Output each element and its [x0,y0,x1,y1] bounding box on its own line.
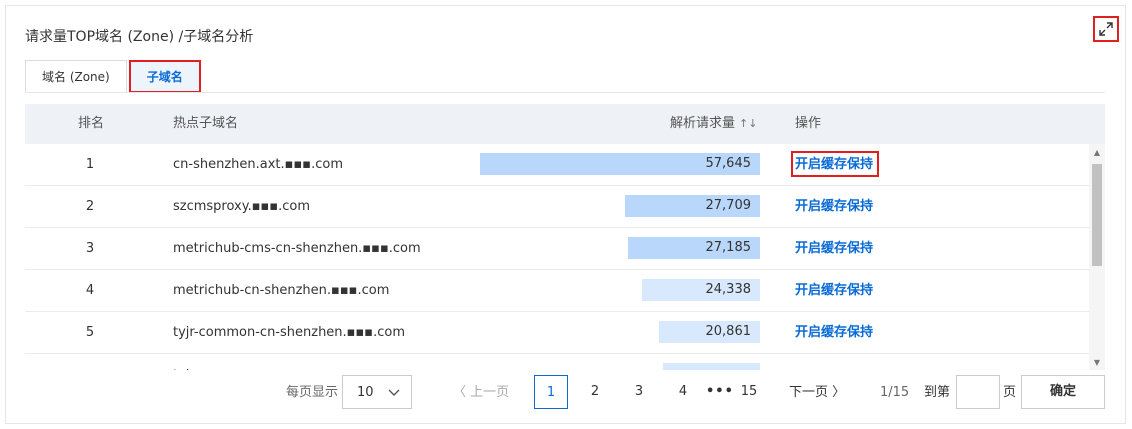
scrollbar-thumb[interactable] [1092,164,1102,266]
table-row: 1 cn-shenzhen.axt.▪▪▪.com 57,645 开启缓存保持 [25,144,1089,186]
request-bar-cell: 20,861 [480,321,760,343]
rank-cell: 1 [85,157,95,172]
prev-page-button[interactable]: 〈 上一页 [453,375,509,411]
request-bar-cell: 57,645 [480,153,760,175]
table-row: tyjr-common-cn- [25,354,1089,370]
prev-page-label: 上一页 [470,385,510,400]
scroll-down-icon[interactable]: ▼ [1089,356,1105,370]
table-row: 4 metrichub-cn-shenzhen.▪▪▪.com 24,338 开… [25,270,1089,312]
table-row: 5 tyjr-common-cn-shenzhen.▪▪▪.com 20,861… [25,312,1089,354]
table-header: 排名 热点子域名 解析请求量 ↑↓ 操作 [25,104,1105,144]
next-page-button[interactable]: 下一页 〉 [789,375,845,411]
page-3-button[interactable]: 3 [622,375,656,409]
next-page-label: 下一页 [789,385,829,400]
domain-cell: tyjr-common-cn- [173,354,280,370]
domain-cell: szcmsproxy.▪▪▪.com [173,199,311,214]
header-requests-label: 解析请求量 [670,116,736,131]
sort-icon[interactable]: ↑↓ [739,117,757,130]
page-size-select[interactable]: 10 [342,375,412,409]
rank-cell: 2 [85,199,95,214]
request-value: 27,185 [705,240,752,255]
page-4-button[interactable]: 4 [666,375,700,409]
page-1-button[interactable]: 1 [534,375,568,409]
tab-zone-label: 域名 (Zone) [42,70,110,84]
expand-button[interactable] [1093,16,1119,42]
domain-cell: cn-shenzhen.axt.▪▪▪.com [173,157,343,172]
tab-subdomain[interactable]: 子域名 [128,60,201,93]
request-bar-cell: 27,709 [480,195,760,217]
enable-cache-button[interactable]: 开启缓存保持 [795,144,873,185]
request-bar-cell: 27,185 [480,237,760,259]
request-bar-cell: 24,338 [480,279,760,301]
enable-cache-button[interactable]: 开启缓存保持 [795,270,873,311]
header-requests[interactable]: 解析请求量 ↑↓ [670,104,757,144]
request-value: 24,338 [705,282,752,297]
domain-cell: metrichub-cms-cn-shenzhen.▪▪▪.com [173,241,421,256]
page-ellipsis[interactable]: ••• [706,375,734,409]
table-body: 1 cn-shenzhen.axt.▪▪▪.com 57,645 开启缓存保持 … [25,144,1089,370]
page-15-button[interactable]: 15 [732,375,766,409]
header-rank: 排名 [78,116,105,131]
rank-cell: 4 [85,283,95,298]
page-size-value: 10 [357,384,374,400]
panel-title: 请求量TOP域名 (Zone) /子域名分析 [25,29,254,45]
table-scrollbar[interactable]: ▲ ▼ [1089,144,1105,370]
header-action: 操作 [795,116,822,131]
rank-cell: 3 [85,241,95,256]
goto-page-input[interactable] [956,375,1000,409]
expand-icon [1099,22,1113,36]
enable-cache-button[interactable]: 开启缓存保持 [795,228,873,269]
request-value: 57,645 [705,156,752,171]
chevron-right-icon: 〉 [832,385,846,400]
enable-cache-button[interactable]: 开启缓存保持 [795,312,873,353]
subdomain-table: 排名 热点子域名 解析请求量 ↑↓ 操作 1 cn-shenzhen.axt.▪▪… [25,104,1105,370]
pagination: 每页显示 10 〈 上一页 1 2 3 4 ••• 15 下一页 〉 1/15 … [6,375,1127,413]
table-row: 2 szcmsproxy.▪▪▪.com 27,709 开启缓存保持 [25,186,1089,228]
domain-cell: tyjr-common-cn-shenzhen.▪▪▪.com [173,325,406,340]
tab-zone[interactable]: 域名 (Zone) [25,60,127,93]
domain-cell: metrichub-cn-shenzhen.▪▪▪.com [173,283,390,298]
goto-label: 到第 [924,385,951,400]
chevron-down-icon [388,389,400,396]
chevron-left-icon: 〈 [453,385,467,400]
header-domain: 热点子域名 [173,116,239,131]
request-bar-cell [480,363,760,370]
confirm-button[interactable]: 确定 [1021,375,1105,409]
table-row: 3 metrichub-cms-cn-shenzhen.▪▪▪.com 27,1… [25,228,1089,270]
tab-subdomain-label: 子域名 [146,70,183,84]
request-value: 27,709 [705,198,752,213]
request-value: 20,861 [705,324,752,339]
page-2-button[interactable]: 2 [578,375,612,409]
top-domain-panel: 请求量TOP域名 (Zone) /子域名分析 域名 (Zone) 子域名 排名 … [5,5,1126,424]
tab-divider [25,92,1105,93]
rank-cell: 5 [85,325,95,340]
page-size-label: 每页显示 [286,385,339,400]
page-suffix: 页 [1003,385,1017,400]
page-info: 1/15 [880,385,910,400]
enable-cache-button[interactable]: 开启缓存保持 [795,186,873,227]
request-bar [663,363,760,370]
tab-bar: 域名 (Zone) 子域名 [25,60,201,93]
scroll-up-icon[interactable]: ▲ [1089,146,1105,160]
